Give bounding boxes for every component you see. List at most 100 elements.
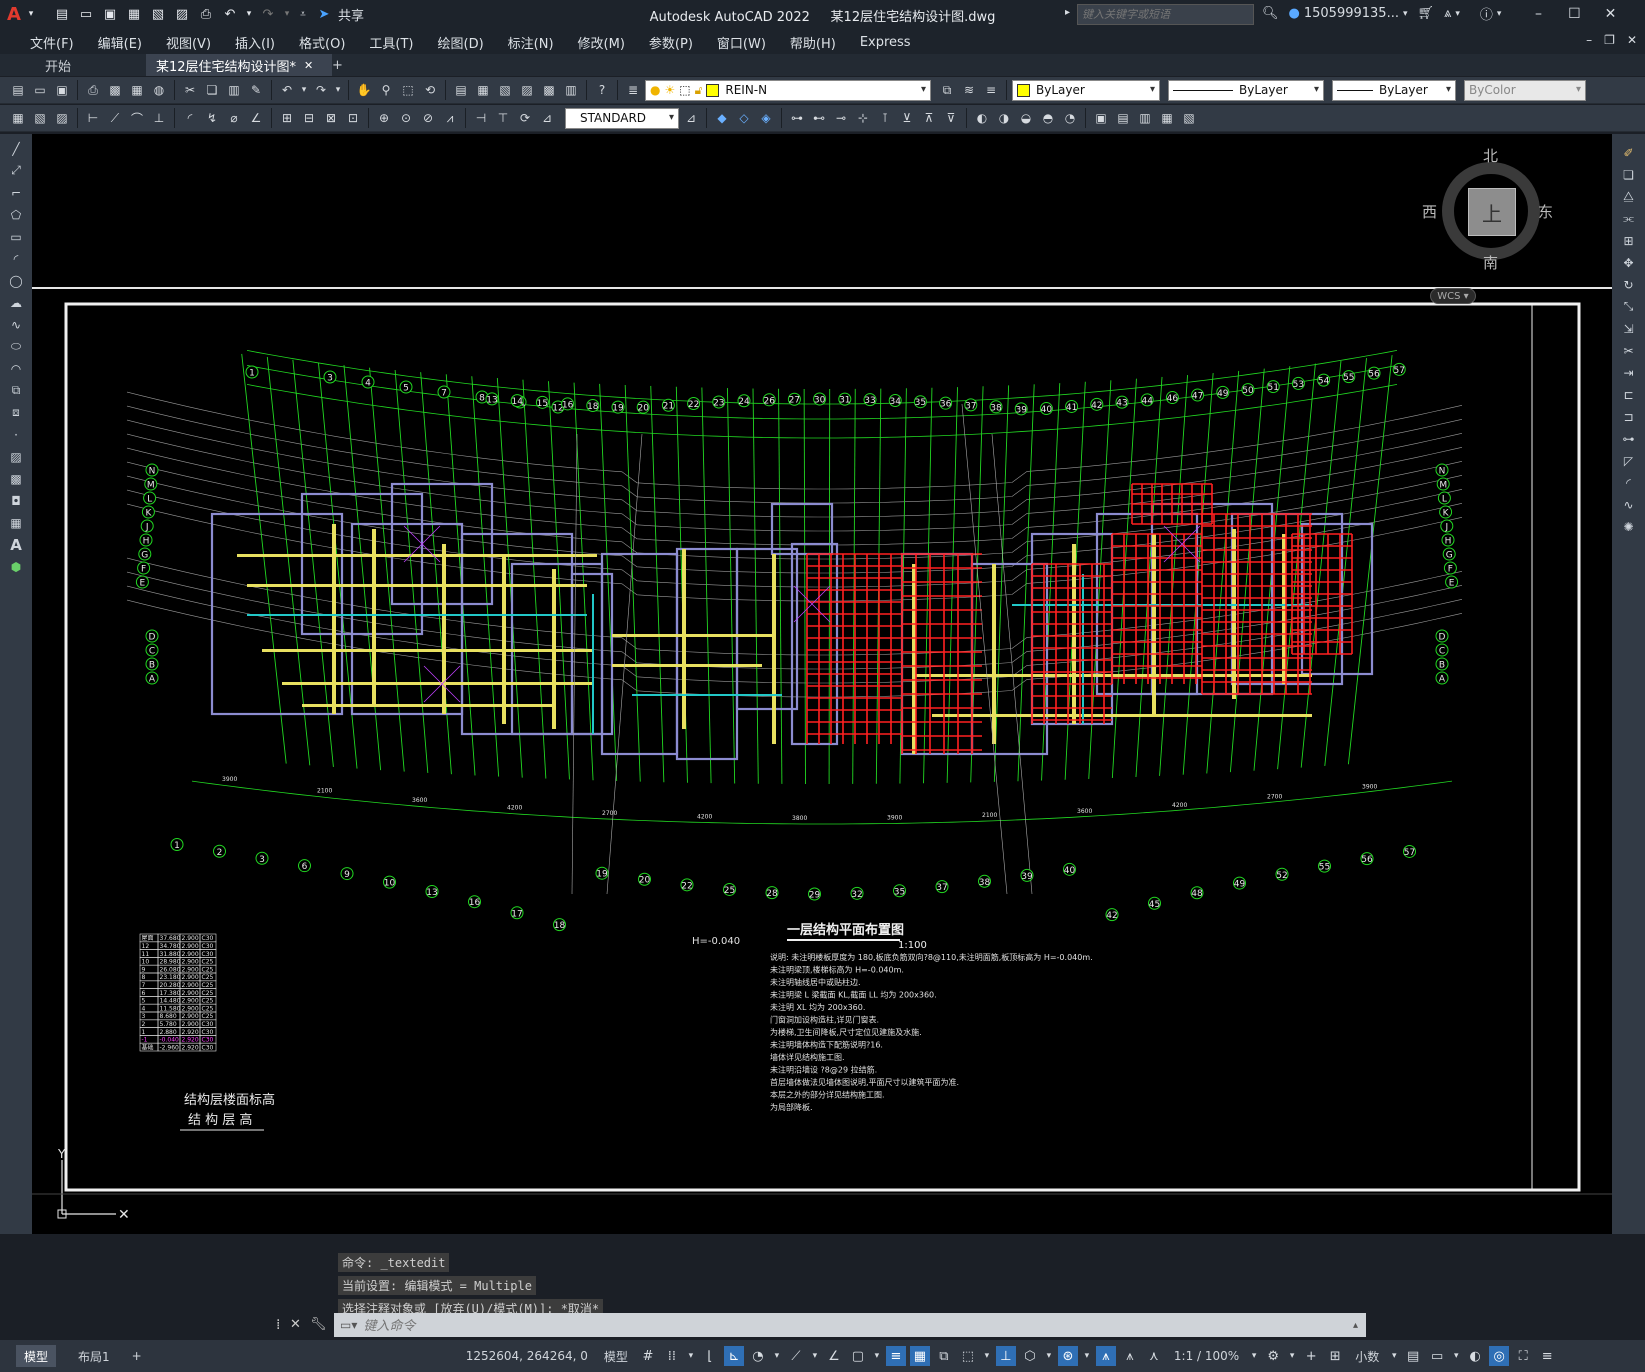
break-at-point-icon[interactable]: ⊏ (1619, 386, 1639, 403)
stretch-icon[interactable]: ⇲ (1619, 320, 1639, 337)
radius-dimension-icon[interactable]: ◜ (180, 108, 200, 128)
viewcube[interactable]: 上 北 南 西 东 (1422, 142, 1562, 282)
units-icon[interactable]: ⊞ (1325, 1346, 1345, 1366)
modify-icon-8[interactable]: ⊺ (875, 108, 895, 128)
lineweight-icon[interactable]: ≡ (885, 1346, 906, 1366)
aligned-dimension-icon[interactable]: ⟋ (105, 108, 125, 128)
point-icon[interactable]: · (6, 426, 26, 443)
rotate-icon[interactable]: ↻ (1619, 276, 1639, 293)
modify-icon-7[interactable]: ⊹ (853, 108, 873, 128)
menu-dimension[interactable]: 标注(N) (496, 33, 566, 52)
plotstyle-dropdown[interactable]: ByColor ▾ (1464, 79, 1586, 101)
menu-file[interactable]: 文件(F) (18, 33, 86, 52)
dimension-space-icon[interactable]: ⊡ (343, 108, 363, 128)
command-prompt-icon[interactable]: ▭▾ (340, 1318, 357, 1332)
customization-menu-icon[interactable]: ≡ (1537, 1346, 1557, 1366)
modify-icon-2[interactable]: ◇ (734, 108, 754, 128)
annotation-monitor-icon[interactable]: + (1301, 1346, 1321, 1366)
polyline-icon[interactable]: ⌐ (6, 184, 26, 201)
modify-icon-1[interactable]: ◆ (712, 108, 732, 128)
layer-on-icon[interactable]: ● (650, 83, 660, 97)
copy-icon[interactable]: ❏ (202, 80, 222, 100)
modify-icon-15[interactable]: ◓ (1038, 108, 1058, 128)
blend-curves-icon[interactable]: ∿ (1619, 496, 1639, 513)
sheet-set-icon[interactable]: ▨ (517, 80, 537, 100)
viewcube-face-top[interactable]: 上 (1468, 188, 1516, 236)
add-selected-icon[interactable]: ⬢ (6, 558, 26, 575)
chevron-down-icon[interactable]: ▾ (686, 1346, 696, 1366)
jogged-linear-icon[interactable]: ⩘ (440, 108, 460, 128)
modify-icon-3[interactable]: ◈ (756, 108, 776, 128)
menu-window[interactable]: 窗口(W) (705, 33, 778, 52)
drawing-area[interactable]: 1345781112131415161819202122232426273031… (32, 134, 1612, 1234)
modify-icon-10[interactable]: ⊼ (919, 108, 939, 128)
selection-filter-icon[interactable]: ⬡ (1020, 1346, 1040, 1366)
zoom-window-icon[interactable]: ⬚ (398, 80, 418, 100)
chevron-down-icon[interactable]: ▾ (1403, 9, 1408, 19)
plot-icon[interactable]: ⎙ (83, 80, 103, 100)
doc-close-icon[interactable]: ✕ (1627, 33, 1637, 47)
3d-print-icon[interactable]: ◍ (149, 80, 169, 100)
close-icon[interactable]: ✕ (290, 1317, 301, 1332)
baseline-dimension-icon[interactable]: ⊟ (299, 108, 319, 128)
diameter-dimension-icon[interactable]: ⌀ (224, 108, 244, 128)
modify-icon-9[interactable]: ⊻ (897, 108, 917, 128)
dimension-update-icon[interactable]: ⟳ (515, 108, 535, 128)
insert-block-icon[interactable]: ⧉ (6, 382, 26, 399)
menu-draw[interactable]: 绘图(D) (426, 33, 496, 52)
trim-icon[interactable]: ✂ (1619, 342, 1639, 359)
scale-icon[interactable]: ⤡ (1619, 298, 1639, 315)
autodesk-app-icon[interactable]: ⩓ (1444, 6, 1451, 21)
dimension-style-manager-icon[interactable]: ⊿ (681, 108, 701, 128)
dimension-style-icon[interactable]: ⊿ (537, 108, 557, 128)
chevron-down-icon[interactable]: ▾ (1082, 1346, 1092, 1366)
minimize-icon[interactable]: – (1525, 6, 1551, 22)
hardware-acceleration-icon[interactable]: ◎ (1489, 1346, 1510, 1366)
polygon-icon[interactable]: ⬠ (6, 206, 26, 223)
chevron-down-icon[interactable]: ▾ (1451, 1346, 1461, 1366)
construction-line-icon[interactable]: ⤢ (6, 162, 26, 179)
rectangle-icon[interactable]: ▭ (6, 228, 26, 245)
modify-icon-16[interactable]: ◔ (1060, 108, 1080, 128)
spline-icon[interactable]: ∿ (6, 316, 26, 333)
chamfer-icon[interactable]: ◸ (1619, 452, 1639, 469)
maximize-icon[interactable]: ☐ (1561, 6, 1587, 22)
mirror-icon[interactable]: ⧋ (1619, 188, 1639, 205)
menu-format[interactable]: 格式(O) (287, 33, 357, 52)
modify-icon-4[interactable]: ⊶ (787, 108, 807, 128)
grid-icon[interactable]: # (638, 1346, 658, 1366)
menu-insert[interactable]: 插入(I) (223, 33, 287, 52)
annotation-visibility-icon[interactable]: ⩚ (1095, 1346, 1116, 1366)
chevron-down-icon[interactable]: ▾ (982, 1346, 992, 1366)
chevron-down-icon[interactable]: ▾ (1389, 1346, 1399, 1366)
menu-parametric[interactable]: 参数(P) (637, 33, 705, 52)
ellipse-arc-icon[interactable]: ◠ (6, 360, 26, 377)
tab-model[interactable]: 模型 (16, 1345, 57, 1367)
gradient-icon[interactable]: ▩ (6, 470, 26, 487)
modify-icon-13[interactable]: ◑ (994, 108, 1014, 128)
layer-previous-icon[interactable]: ≋ (959, 80, 979, 100)
chevron-down-icon[interactable]: ▾ (872, 1346, 882, 1366)
inspection-icon[interactable]: ⊘ (418, 108, 438, 128)
chevron-down-icon[interactable]: ▾ (772, 1346, 782, 1366)
tool-icon-3[interactable]: ▨ (52, 108, 72, 128)
help-icon[interactable]: ? (592, 80, 612, 100)
match-properties-icon[interactable]: ✎ (246, 80, 266, 100)
help-icon[interactable]: ⓘ (1480, 4, 1493, 23)
menu-tools[interactable]: 工具(T) (357, 33, 425, 52)
chevron-down-icon[interactable]: ▾ (810, 1346, 820, 1366)
user-account[interactable]: 1505999135... (1304, 6, 1399, 21)
isolate-objects-icon[interactable]: ◐ (1465, 1346, 1485, 1366)
jogged-dimension-icon[interactable]: ↯ (202, 108, 222, 128)
extend-icon[interactable]: ⇥ (1619, 364, 1639, 381)
lineweight-dropdown[interactable]: ByLayer ▾ (1332, 79, 1456, 101)
pan-icon[interactable]: ✋ (354, 80, 374, 100)
layer-viewport-icon[interactable]: ⬚ (679, 83, 690, 97)
layer-freeze-icon[interactable]: ☀ (664, 83, 675, 97)
viewcube-east[interactable]: 东 (1538, 201, 1553, 222)
search-expand-icon[interactable]: ▸ (1065, 7, 1070, 18)
design-center-icon[interactable]: ▦ (473, 80, 493, 100)
markup-icon[interactable]: ▩ (539, 80, 559, 100)
layer-dropdown[interactable]: ● ☀ ⬚ 🔓︎ REIN-N ▾ (645, 79, 931, 101)
table-icon[interactable]: ▦ (6, 514, 26, 531)
